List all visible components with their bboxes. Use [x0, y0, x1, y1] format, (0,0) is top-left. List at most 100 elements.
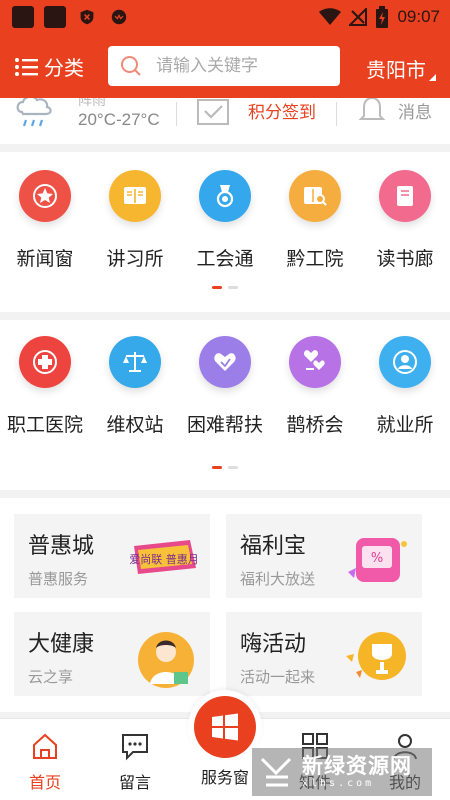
scales-icon [109, 336, 161, 388]
app-badge-icon [108, 6, 130, 28]
feature-grid-1: 新闻窗 讲习所 工会通 黔工院 读书廊 [0, 170, 450, 271]
grid-item-union[interactable]: 工会通 [180, 170, 270, 271]
list-menu-icon [15, 57, 38, 76]
card-subtitle: 活动一起来 [240, 668, 316, 686]
top-header: 分类 贵阳市 [0, 34, 450, 98]
grid-item-label: 讲习所 [106, 248, 164, 270]
grid-item-label: 维权站 [106, 414, 164, 436]
grid-item-academy[interactable]: 黔工院 [270, 170, 360, 271]
checkin-button[interactable]: 积分签到 [248, 98, 316, 123]
grid-item-lecture[interactable]: 讲习所 [90, 170, 180, 271]
card-subtitle: 福利大放送 [240, 570, 316, 588]
grid-item-label: 困难帮扶 [186, 414, 263, 436]
page-dot [212, 466, 222, 469]
banner-text: 爱尚联 普惠月 [130, 552, 199, 566]
chat-icon [122, 734, 148, 761]
book-search-icon [289, 170, 341, 222]
app-screen: 09:07 分类 贵阳市 阵雨 20°C-27°C 积分签到 消息 [0, 0, 450, 800]
star-icon [19, 170, 71, 222]
medical-cross-icon [19, 336, 71, 388]
battery-icon [376, 6, 389, 28]
watermark-title: 新绿资源网 [302, 754, 412, 778]
grid-item-label: 职工医院 [6, 414, 83, 436]
grid-item-hospital[interactable]: 职工医院 [0, 336, 90, 437]
dropdown-corner-icon [429, 74, 436, 81]
nav-message[interactable]: 留言 [90, 719, 180, 800]
grid-item-employment[interactable]: 就业所 [360, 336, 450, 437]
status-bar: 09:07 [0, 0, 450, 34]
search-box[interactable] [108, 46, 340, 86]
rain-cloud-icon [16, 98, 52, 127]
person-badge-icon [379, 336, 431, 388]
grid-item-label: 黔工院 [286, 248, 344, 270]
card-title: 普惠城 [28, 534, 95, 559]
wifi-icon [319, 8, 342, 25]
city-selector[interactable]: 贵阳市 [366, 54, 436, 83]
puhui-banner-art: 爱尚联 普惠月 [130, 540, 199, 574]
book-icon [379, 170, 431, 222]
heart-hand-icon [199, 336, 251, 388]
page-dot [212, 286, 222, 289]
doctor-icon [138, 632, 194, 688]
page-dot [228, 466, 238, 469]
grid-item-rights[interactable]: 维权站 [90, 336, 180, 437]
trophy-icon [346, 632, 406, 680]
page-indicator-2 [0, 466, 450, 469]
card-activity[interactable]: 嗨活动 活动一起来 [226, 612, 422, 696]
bell-icon[interactable] [358, 98, 386, 124]
grid-item-news[interactable]: 新闻窗 [0, 170, 90, 271]
nav-home[interactable]: 首页 [0, 719, 90, 800]
grid-item-label: 读书廊 [376, 248, 434, 270]
book-open-icon [109, 170, 161, 222]
card-puhui[interactable]: 普惠城 普惠服务 爱尚联 普惠月 [14, 514, 210, 598]
divider [176, 102, 177, 126]
clock: 09:07 [397, 7, 440, 26]
weather-condition: 阵雨 [78, 98, 106, 109]
center-button-circle [194, 696, 256, 758]
card-title: 大健康 [28, 632, 95, 657]
svg-text:%: % [371, 551, 383, 566]
messages-link[interactable]: 消息 [398, 98, 432, 123]
checkin-icon[interactable] [196, 98, 230, 126]
nav-label: 留言 [118, 773, 151, 792]
card-health[interactable]: 大健康 云之享 [14, 612, 210, 696]
notification-square-icon [44, 6, 66, 28]
card-title: 嗨活动 [240, 632, 307, 657]
grid-item-label: 就业所 [376, 414, 434, 436]
notification-app-icon [12, 6, 34, 28]
card-fulibao[interactable]: 福利宝 福利大放送 % [226, 514, 422, 598]
temperature-range: 20°C-27°C [78, 110, 160, 129]
watermark-url: xlhs.com [302, 778, 375, 789]
grid-item-assistance[interactable]: 困难帮扶 [180, 336, 270, 437]
service-window-button[interactable] [188, 690, 262, 764]
info-strip: 阵雨 20°C-27°C 积分签到 消息 [0, 98, 450, 144]
no-signal-icon [349, 8, 368, 26]
watermark: 新绿资源网 xlhs.com [252, 748, 432, 796]
card-subtitle: 普惠服务 [28, 570, 89, 588]
shield-icon [76, 6, 98, 28]
page-indicator-1 [0, 286, 450, 289]
service-cards: 普惠城 普惠服务 爱尚联 普惠月 福利宝 福利大放送 % 大健康 云之享 嗨活动… [0, 498, 450, 712]
divider [336, 102, 337, 126]
home-icon [33, 733, 57, 759]
page-dot [228, 286, 238, 289]
medal-icon [199, 170, 251, 222]
grid-item-label: 工会通 [196, 248, 254, 270]
card-subtitle: 云之享 [28, 668, 74, 686]
grid-item-label: 新闻窗 [16, 248, 74, 270]
search-icon [121, 56, 141, 76]
search-input[interactable] [156, 56, 326, 76]
grid-item-label: 鹊桥会 [286, 414, 344, 436]
city-label: 贵阳市 [366, 58, 426, 82]
category-menu-button[interactable]: 分类 [14, 52, 84, 81]
category-label: 分类 [44, 56, 84, 80]
nav-label: 首页 [28, 773, 61, 792]
feature-grid-2: 职工医院 维权站 困难帮扶 鹊桥会 就业所 [0, 336, 450, 437]
grid-item-matchmaking[interactable]: 鹊桥会 [270, 336, 360, 437]
hearts-icon [289, 336, 341, 388]
grid-item-reading[interactable]: 读书廊 [360, 170, 450, 271]
nav-label-service-window[interactable]: 服务窗 [190, 764, 260, 788]
watermark-logo-icon [260, 757, 292, 787]
card-title: 福利宝 [240, 534, 307, 559]
windows-icon [212, 713, 238, 741]
